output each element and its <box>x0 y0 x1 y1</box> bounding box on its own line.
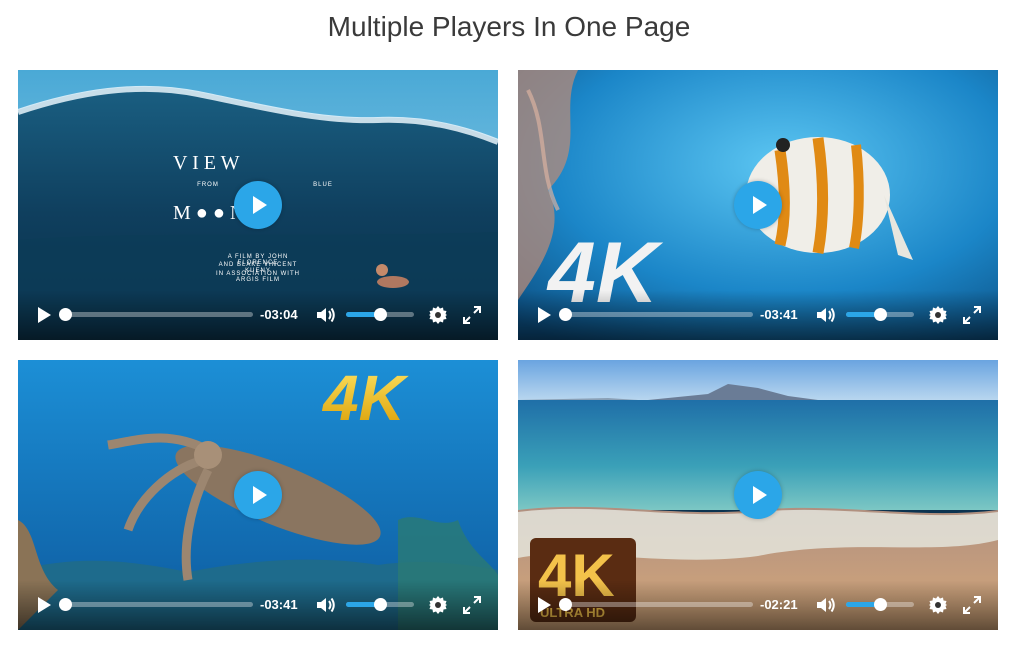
video-player-4[interactable]: 4K ULTRA HD -02:21 <box>518 360 998 630</box>
progress-bar[interactable] <box>59 308 253 321</box>
page-title: Multiple Players In One Page <box>327 11 691 42</box>
big-play-button[interactable] <box>234 181 282 229</box>
big-play-button[interactable] <box>734 471 782 519</box>
volume-slider[interactable] <box>846 308 914 321</box>
volume-handle[interactable] <box>374 308 387 321</box>
4k-badge: 4K <box>321 362 410 434</box>
play-icon <box>253 486 267 504</box>
gear-icon[interactable] <box>428 305 448 325</box>
film-title-line-1: V I E W <box>173 152 240 174</box>
volume-handle[interactable] <box>374 598 387 611</box>
volume-icon[interactable] <box>815 595 837 615</box>
time-remaining: -03:41 <box>260 597 298 612</box>
control-bar: -03:04 <box>18 290 498 340</box>
play-icon[interactable] <box>34 595 54 615</box>
volume-icon[interactable] <box>315 305 337 325</box>
time-remaining: -03:04 <box>260 307 298 322</box>
big-play-button[interactable] <box>234 471 282 519</box>
gear-icon[interactable] <box>928 305 948 325</box>
volume-icon[interactable] <box>315 595 337 615</box>
play-icon[interactable] <box>34 305 54 325</box>
big-play-button[interactable] <box>734 181 782 229</box>
control-bar: -03:41 <box>18 580 498 630</box>
volume-slider[interactable] <box>846 598 914 611</box>
volume-handle[interactable] <box>874 598 887 611</box>
volume-slider[interactable] <box>346 598 414 611</box>
gear-icon[interactable] <box>428 595 448 615</box>
volume-handle[interactable] <box>874 308 887 321</box>
video-player-3[interactable]: 4K -03:41 <box>18 360 498 630</box>
progress-bar[interactable] <box>559 598 753 611</box>
time-remaining: -03:41 <box>760 307 798 322</box>
progress-bar[interactable] <box>59 598 253 611</box>
film-title-from: FROM <box>197 182 219 188</box>
video-player-2[interactable]: 4K -03:41 <box>518 70 998 340</box>
volume-slider[interactable] <box>346 308 414 321</box>
control-bar: -03:41 <box>518 290 998 340</box>
gear-icon[interactable] <box>928 595 948 615</box>
fullscreen-icon[interactable] <box>462 305 482 325</box>
volume-icon[interactable] <box>815 305 837 325</box>
play-icon[interactable] <box>534 595 554 615</box>
progress-handle[interactable] <box>559 308 572 321</box>
play-icon <box>753 196 767 214</box>
film-credit-3: IN ASSOCIATION WITH ARGIS FILM <box>216 271 300 283</box>
fullscreen-icon[interactable] <box>462 595 482 615</box>
play-icon[interactable] <box>534 305 554 325</box>
play-icon <box>253 196 267 214</box>
progress-handle[interactable] <box>59 598 72 611</box>
fullscreen-icon[interactable] <box>962 305 982 325</box>
fullscreen-icon[interactable] <box>962 595 982 615</box>
time-remaining: -02:21 <box>760 597 798 612</box>
play-icon <box>753 486 767 504</box>
progress-handle[interactable] <box>559 598 572 611</box>
video-player-1[interactable]: V I E W FROM BLUE M ● ● N A FILM BY JOHN… <box>18 70 498 340</box>
progress-handle[interactable] <box>59 308 72 321</box>
control-bar: -02:21 <box>518 580 998 630</box>
film-title-blue: BLUE <box>313 182 333 188</box>
progress-bar[interactable] <box>559 308 753 321</box>
